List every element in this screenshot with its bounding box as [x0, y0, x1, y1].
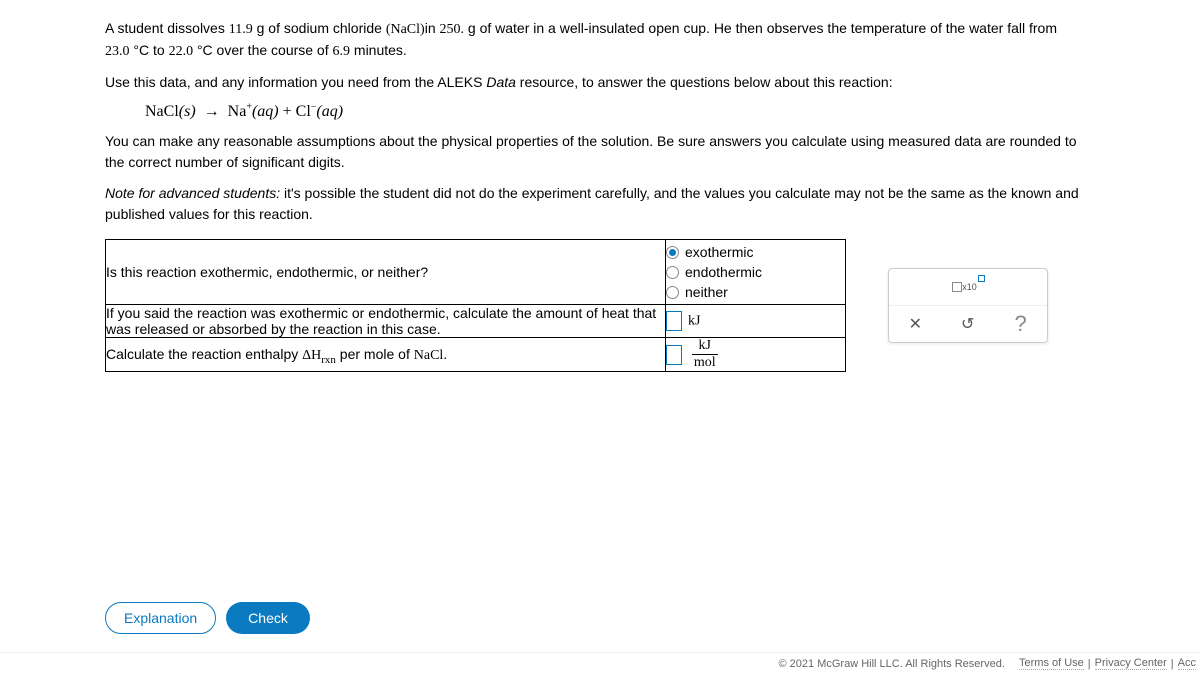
- radio-icon: [666, 266, 679, 279]
- q1-option-neither[interactable]: neither: [666, 284, 845, 300]
- q2-text: If you said the reaction was exothermic …: [106, 305, 666, 338]
- terms-link[interactable]: Terms of Use: [1019, 657, 1084, 670]
- q2-input[interactable]: [666, 311, 682, 331]
- copyright-text: © 2021 McGraw Hill LLC. All Rights Reser…: [779, 658, 1005, 670]
- radio-icon: [666, 246, 679, 259]
- q1-option-exothermic[interactable]: exothermic: [666, 244, 845, 260]
- mass-solute: 11.9: [229, 22, 253, 37]
- q2-unit: kJ: [688, 314, 700, 329]
- q3-text: Calculate the reaction enthalpy ΔHrxn pe…: [106, 338, 666, 372]
- problem-paragraph-2: Use this data, and any information you n…: [105, 72, 1095, 93]
- formula-inline: (NaCl): [386, 22, 425, 37]
- temp-end: 22.0: [169, 44, 194, 59]
- palette-clear[interactable]: ✕: [889, 306, 942, 342]
- question-table: Is this reaction exothermic, endothermic…: [105, 239, 846, 372]
- q1-option-endothermic[interactable]: endothermic: [666, 264, 845, 280]
- q3-unit: kJ mol: [692, 338, 718, 371]
- q3-input[interactable]: [666, 345, 682, 365]
- reset-icon: ↻: [961, 314, 974, 334]
- question-icon: ?: [1015, 311, 1027, 337]
- palette-reset[interactable]: ↻: [942, 306, 995, 342]
- palette-x10[interactable]: x10: [889, 269, 1047, 305]
- mass-water: 250.: [440, 22, 465, 37]
- footer: © 2021 McGraw Hill LLC. All Rights Reser…: [0, 652, 1200, 674]
- reaction-equation: NaCl(s) → Na+(aq) + Cl−(aq): [145, 103, 1095, 121]
- temp-start: 23.0: [105, 44, 130, 59]
- problem-paragraph-1: A student dissolves 11.9 g of sodium chl…: [105, 18, 1095, 62]
- palette-help[interactable]: ?: [994, 306, 1047, 342]
- check-button[interactable]: Check: [226, 602, 310, 634]
- q1-text: Is this reaction exothermic, endothermic…: [106, 240, 666, 305]
- duration: 6.9: [333, 44, 351, 59]
- privacy-link[interactable]: Privacy Center: [1095, 657, 1167, 670]
- radio-icon: [666, 286, 679, 299]
- input-palette: x10 ✕ ↻ ?: [888, 268, 1048, 343]
- x-icon: ✕: [909, 314, 922, 334]
- problem-paragraph-3: You can make any reasonable assumptions …: [105, 131, 1095, 173]
- data-link[interactable]: Data: [486, 74, 516, 90]
- problem-paragraph-4: Note for advanced students: it's possibl…: [105, 183, 1095, 225]
- accessibility-link[interactable]: Acc: [1178, 657, 1196, 670]
- explanation-button[interactable]: Explanation: [105, 602, 216, 634]
